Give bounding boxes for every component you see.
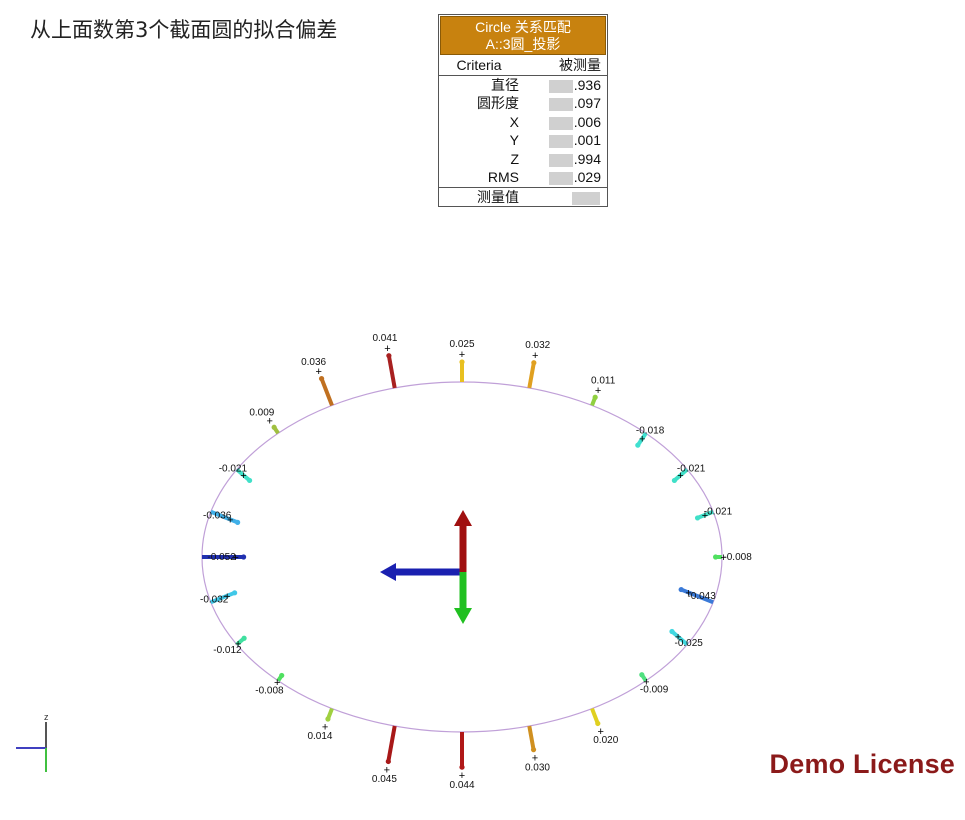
deviation-label: 0.020	[593, 735, 618, 746]
deviation-label: -0.043	[687, 591, 716, 602]
deviation-label: 0.025	[449, 339, 474, 350]
deviation-label: 0.045	[372, 774, 397, 785]
deviation-label: -0.021	[677, 464, 706, 475]
deviation-label: -0.036	[203, 511, 232, 522]
deviation-label: -0.021	[219, 464, 248, 475]
deviation-tip	[694, 515, 701, 521]
deviation-tip	[246, 477, 253, 484]
deviation-tip	[235, 519, 241, 525]
measure-point-marker: +	[459, 349, 465, 361]
axes-gizmo	[380, 510, 472, 624]
deviation-label: -0.018	[636, 425, 665, 436]
axis-triad-icon: z	[16, 712, 49, 772]
deviation-marker: +0.045	[372, 725, 397, 785]
deviation-tip	[241, 554, 247, 560]
deviation-label: 0.030	[525, 762, 550, 773]
deviation-tip	[669, 628, 675, 635]
x-axis-arrow	[380, 563, 463, 581]
deviation-label: -0.025	[675, 638, 704, 649]
deviation-label: 0.009	[249, 407, 274, 418]
deviation-label: 0.036	[301, 357, 326, 368]
deviation-marker: +-0.008	[255, 672, 285, 696]
deviation-marker: +-0.021	[219, 464, 253, 484]
deviation-tip	[713, 554, 719, 560]
measure-point-marker: +	[532, 350, 538, 362]
deviation-bar	[386, 355, 397, 389]
deviation-marker: +0.030	[525, 725, 550, 773]
deviation-bar	[319, 377, 334, 407]
measure-point-marker: +	[384, 343, 390, 355]
deviation-marker: +-0.043	[678, 586, 716, 605]
deviation-bar	[386, 725, 397, 762]
measure-point-marker: +	[315, 366, 321, 378]
deviation-label: -0.009	[640, 685, 669, 696]
deviation-label: -0.032	[200, 594, 229, 605]
deviation-label: -0.052	[207, 552, 236, 563]
deviation-marker: +0.014	[307, 707, 334, 742]
deviation-marker: +0.020	[590, 707, 619, 746]
z-axis-arrow	[454, 572, 472, 624]
deviation-marker: +0.036	[301, 357, 334, 407]
deviation-marker: +-0.032	[200, 590, 238, 605]
deviation-marker: +-0.036	[203, 509, 241, 526]
deviation-marker: +-0.012	[213, 635, 247, 656]
deviation-label: 0.041	[372, 333, 397, 344]
deviation-marker: +0.011	[590, 375, 616, 407]
deviation-marker: +-0.052	[202, 552, 247, 564]
deviation-marker: +0.025	[449, 339, 475, 382]
deviation-layer: +0.025+0.032+0.011+-0.018+-0.021+-0.021+…	[200, 333, 752, 791]
deviation-tip	[385, 758, 391, 765]
deviation-tip	[530, 747, 537, 753]
triad-z-label: z	[44, 712, 49, 722]
deviation-label: -0.008	[255, 685, 284, 696]
deviation-marker: +-0.025	[669, 628, 704, 649]
deviation-label: -0.012	[213, 645, 242, 656]
deviation-label: 0.014	[307, 731, 332, 742]
deviation-marker: +-0.021	[671, 464, 706, 484]
deviation-label: 0.044	[449, 780, 474, 791]
deviation-tip	[232, 590, 238, 596]
deviation-label: -0.008	[723, 552, 752, 563]
deviation-label: 0.011	[591, 375, 616, 386]
demo-license-watermark: Demo License	[769, 749, 955, 779]
deviation-label: 0.032	[525, 340, 550, 351]
deviation-marker: +0.032	[525, 340, 551, 389]
3d-viewport[interactable]: +0.025+0.032+0.011+-0.018+-0.021+-0.021+…	[0, 0, 965, 820]
measure-point-marker: +	[595, 385, 601, 397]
deviation-marker: +0.044	[449, 732, 475, 791]
y-axis-arrow	[454, 510, 472, 572]
deviation-marker: +0.041	[372, 333, 398, 389]
deviation-tip	[459, 764, 465, 770]
deviation-tip	[241, 635, 247, 641]
deviation-tip	[678, 586, 684, 593]
deviation-bar	[527, 725, 536, 751]
deviation-marker: +-0.008	[713, 552, 752, 564]
deviation-marker: +0.009	[249, 407, 280, 435]
deviation-bar	[527, 362, 536, 389]
deviation-tip	[671, 477, 678, 484]
deviation-label: -0.021	[704, 506, 733, 517]
deviation-marker: +-0.021	[694, 506, 733, 522]
